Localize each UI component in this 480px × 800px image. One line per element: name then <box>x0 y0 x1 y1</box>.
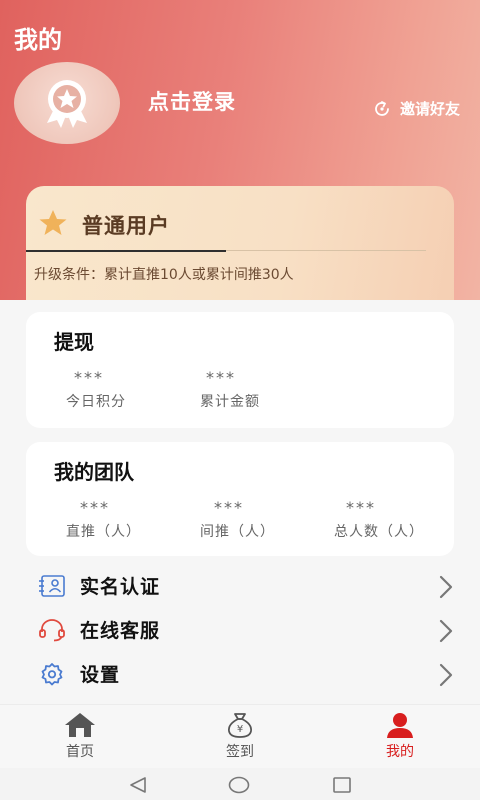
stat-value: *** <box>74 368 104 387</box>
chevron-right-icon <box>439 619 453 643</box>
invite-label: 邀请好友 <box>400 100 461 118</box>
menu-item-settings[interactable]: 设置 <box>0 652 480 696</box>
stat-total[interactable]: *** 总人数（人） <box>334 498 424 541</box>
menu-item-real-name[interactable]: 实名认证 <box>0 564 480 608</box>
tab-label: 首页 <box>66 744 94 760</box>
progress-divider <box>26 250 226 252</box>
member-card: 普通用户 升级条件：累计直推10人或累计间推30人 <box>26 186 454 300</box>
withdraw-panel[interactable]: 提现 *** 今日积分 *** 累计金额 <box>26 312 454 428</box>
home-icon <box>65 713 95 737</box>
stat-today-points[interactable]: *** 今日积分 <box>66 368 126 411</box>
gear-icon <box>41 663 63 686</box>
stat-label: 直推（人） <box>66 524 141 540</box>
stat-label: 间推（人） <box>200 524 275 540</box>
system-nav-bar <box>0 768 480 800</box>
tab-mine[interactable]: 我的 <box>360 711 440 761</box>
divider <box>226 250 426 251</box>
headset-icon <box>39 619 65 642</box>
tab-label: 签到 <box>226 744 254 760</box>
stat-value: *** <box>80 498 110 517</box>
stat-total-amount[interactable]: *** 累计金额 <box>200 368 260 411</box>
money-bag-icon: ¥ <box>228 713 252 738</box>
star-icon <box>39 210 67 235</box>
recents-icon[interactable] <box>332 776 352 794</box>
id-card-icon <box>39 575 65 597</box>
menu-label: 实名认证 <box>80 576 161 598</box>
page-title: 我的 <box>14 26 62 54</box>
stat-value: *** <box>214 498 244 517</box>
home-circle-icon[interactable] <box>228 776 250 794</box>
invite-friends-button[interactable]: 邀请好友 <box>372 98 460 119</box>
stat-value: *** <box>206 368 236 387</box>
tab-label: 我的 <box>386 744 414 760</box>
chevron-right-icon <box>439 575 453 599</box>
stat-label: 累计金额 <box>200 394 260 410</box>
back-icon[interactable] <box>128 776 148 794</box>
menu-label: 设置 <box>80 664 121 686</box>
team-title: 我的团队 <box>54 460 134 484</box>
svg-text:¥: ¥ <box>237 724 243 735</box>
withdraw-title: 提现 <box>54 330 94 354</box>
stat-label: 总人数（人） <box>334 524 424 540</box>
bottom-tab-bar: 首页 ¥ 签到 我的 <box>0 704 480 768</box>
stat-value: *** <box>346 498 376 517</box>
chevron-right-icon <box>439 663 453 687</box>
member-level: 普通用户 <box>82 214 170 238</box>
stat-indirect[interactable]: *** 间推（人） <box>200 498 275 541</box>
award-badge-icon <box>47 80 87 128</box>
avatar[interactable] <box>14 62 120 144</box>
team-panel[interactable]: 我的团队 *** 直推（人） *** 间推（人） *** 总人数（人） <box>26 442 454 556</box>
tab-checkin[interactable]: ¥ 签到 <box>200 711 280 761</box>
user-icon <box>387 713 413 738</box>
menu-item-online-service[interactable]: 在线客服 <box>0 608 480 652</box>
login-link[interactable]: 点击登录 <box>148 86 236 116</box>
menu-label: 在线客服 <box>80 620 161 642</box>
tab-home[interactable]: 首页 <box>40 711 120 761</box>
stat-label: 今日积分 <box>66 394 126 410</box>
profile-header: 我的 点击登录 邀请好友 普通用户 升级条件：累计直推10人或累计间推30人 <box>0 0 480 300</box>
upgrade-condition: 升级条件：累计直推10人或累计间推30人 <box>34 267 294 283</box>
stat-direct[interactable]: *** 直推（人） <box>66 498 141 541</box>
refresh-icon <box>375 100 389 116</box>
